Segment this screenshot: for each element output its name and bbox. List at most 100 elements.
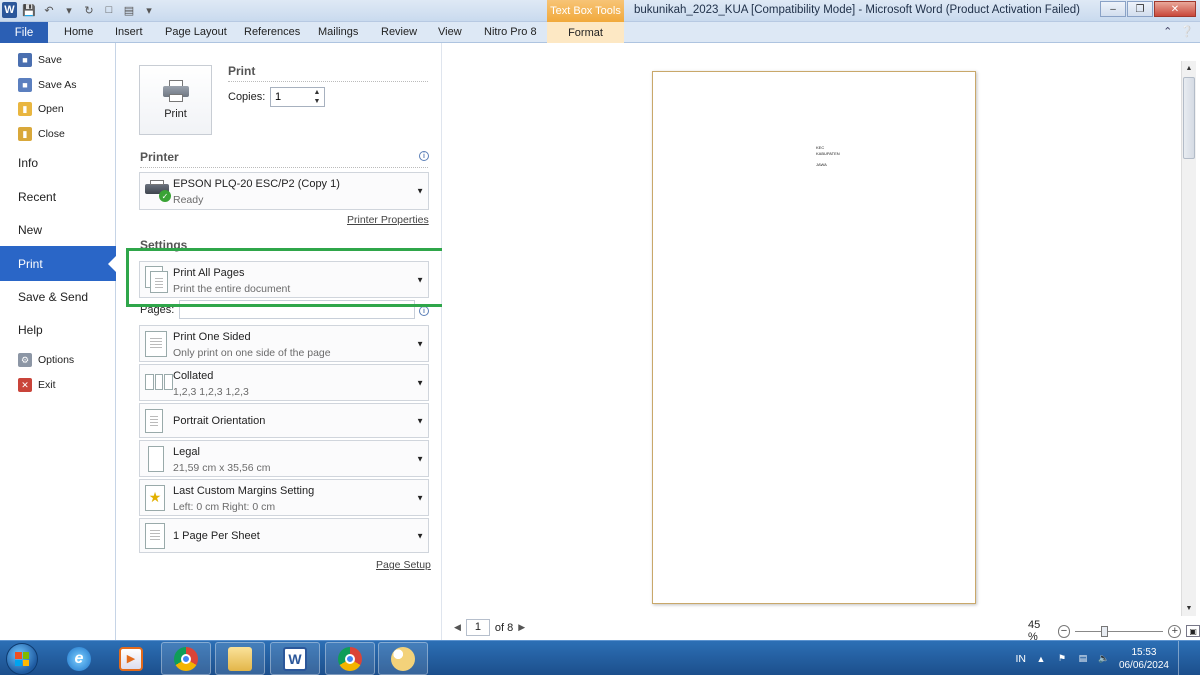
paper-size-dropdown[interactable]: Legal 21,59 cm x 35,56 cm ▼ [139,440,429,477]
zoom-in-icon[interactable]: + [1168,624,1182,638]
nav-save-as[interactable]: ■ Save As [18,78,77,92]
nav-close-label: Close [38,128,65,140]
help-icon[interactable]: ❔ [1180,25,1194,38]
nav-print[interactable]: Print [0,246,117,281]
copies-stepper[interactable]: ▲ ▼ [310,88,324,106]
printer-dropdown[interactable]: ✓ EPSON PLQ-20 ESC/P2 (Copy 1) Ready ▼ [139,172,429,210]
folder-open-icon: ▮ [18,102,32,116]
nav-open[interactable]: ▮ Open [18,102,64,116]
previous-page-icon[interactable]: ◀ [454,622,461,633]
zoom-slider[interactable] [1075,625,1164,637]
tab-page-layout[interactable]: Page Layout [165,26,227,38]
tab-nitro-pro[interactable]: Nitro Pro 8 [484,26,537,38]
start-button[interactable] [6,643,38,675]
orientation-dropdown[interactable]: Portrait Orientation ▼ [139,403,429,438]
zoom-slider-knob[interactable] [1101,625,1109,637]
tab-view[interactable]: View [438,26,462,38]
nav-save-send[interactable]: Save & Send [18,290,88,304]
next-page-icon[interactable]: ▶ [518,622,525,633]
network-icon[interactable]: ▤ [1077,653,1089,665]
page-per-sheet-icon [145,522,165,549]
clock-date: 06/06/2024 [1118,659,1169,671]
close-window-button[interactable]: ✕ [1154,1,1196,17]
zoom-to-page-icon[interactable]: ▣ [1186,625,1200,637]
nav-recent[interactable]: Recent [18,190,56,204]
word-logo-icon[interactable]: W [2,2,17,18]
info-icon[interactable]: i [419,151,429,161]
scroll-thumb[interactable] [1183,77,1195,159]
scroll-down-icon[interactable]: ▼ [1183,602,1195,615]
setting-subtitle: 21,59 cm x 35,56 cm [173,462,271,474]
current-page-input[interactable]: 1 [465,619,490,636]
collation-dropdown[interactable]: Collated 1,2,3 1,2,3 1,2,3 ▼ [139,364,429,401]
options-icon: ⚙ [18,353,32,367]
tab-home[interactable]: Home [64,26,93,38]
show-hidden-icons-icon[interactable]: ▲ [1035,653,1047,665]
nav-save-label: Save [38,54,62,66]
tab-insert[interactable]: Insert [115,26,143,38]
tab-mailings[interactable]: Mailings [318,26,358,38]
nav-close[interactable]: ▮ Close [18,127,65,141]
page-setup-link[interactable]: Page Setup [376,559,431,571]
minimize-button[interactable]: – [1100,1,1126,17]
redo-icon[interactable]: ↻ [81,2,97,18]
nav-options[interactable]: ⚙ Options [18,353,74,367]
nav-options-label: Options [38,354,75,366]
tab-file[interactable]: File [0,22,48,43]
pages-per-sheet-dropdown[interactable]: 1 Page Per Sheet ▼ [139,518,429,553]
undo-dropdown-icon[interactable]: ▾ [61,2,77,18]
customize-qat-icon[interactable]: ▾ [141,2,157,18]
page-navigator: ◀ 1 of 8 ▶ [454,619,525,636]
volume-muted-icon[interactable]: 🔈 [1098,653,1110,665]
language-indicator[interactable]: IN [1015,653,1026,665]
action-center-flag-icon[interactable]: ⚑ [1056,653,1068,665]
nav-new[interactable]: New [18,223,42,237]
print-heading: Print [228,64,256,78]
show-desktop-button[interactable] [1178,641,1190,675]
taskbar-word[interactable]: W [270,642,320,675]
undo-icon[interactable]: ↶ [41,2,57,18]
dropdown-arrow-icon: ▼ [416,339,424,348]
word-icon: W [283,646,307,671]
printer-ready-icon: ✓ [145,180,171,202]
nav-save[interactable]: ■ Save [18,53,62,67]
tab-format[interactable]: Format [547,22,624,43]
increment-icon[interactable]: ▲ [314,89,321,96]
setting-title: Portrait Orientation [173,415,266,427]
info-icon[interactable]: i [419,306,429,316]
new-document-icon[interactable]: □ [101,2,117,18]
margins-dropdown[interactable]: ★ Last Custom Margins Setting Left: 0 cm… [139,479,429,516]
save-icon[interactable]: 💾 [21,2,37,18]
copies-label: Copies: [228,91,266,103]
taskbar-paint[interactable] [378,642,428,675]
nav-help[interactable]: Help [18,323,43,337]
scroll-up-icon[interactable]: ▲ [1183,62,1195,75]
zoom-out-icon[interactable]: − [1057,624,1071,638]
printer-properties-link[interactable]: Printer Properties [347,214,429,226]
minimize-ribbon-icon[interactable]: ⌃ [1163,25,1172,38]
taskbar-chrome-2[interactable] [325,642,375,675]
taskbar-chrome[interactable] [161,642,211,675]
divider [228,81,428,82]
decrement-icon[interactable]: ▼ [314,98,321,105]
chrome-icon [338,646,362,671]
taskbar-internet-explorer[interactable]: e [54,642,104,675]
restore-button[interactable]: ❐ [1127,1,1153,17]
sides-dropdown[interactable]: Print One Sided Only print on one side o… [139,325,429,362]
print-button[interactable]: Print [139,65,212,135]
title-bar: W 💾 ↶ ▾ ↻ □ ▤ ▾ Text Box Tools bukunikah… [0,0,1200,22]
taskbar-explorer[interactable] [215,642,265,675]
backstage-nav: ■ Save ■ Save As ▮ Open ▮ Close Info Rec… [0,43,117,640]
contextual-tab-group-label: Text Box Tools [547,0,624,22]
setting-title: Print One Sided [173,331,251,343]
printer-heading: Printer [140,150,179,164]
vertical-scrollbar[interactable]: ▲ ▼ [1181,61,1196,616]
tab-references[interactable]: References [244,26,300,38]
nav-info[interactable]: Info [18,156,38,170]
nav-exit[interactable]: ✕ Exit [18,378,56,392]
printer-name: EPSON PLQ-20 ESC/P2 (Copy 1) [173,178,340,190]
clock[interactable]: 15:53 06/06/2024 [1119,646,1169,672]
taskbar-media-player[interactable]: ▶ [106,642,156,675]
tab-review[interactable]: Review [381,26,417,38]
print-preview-icon[interactable]: ▤ [121,2,137,18]
